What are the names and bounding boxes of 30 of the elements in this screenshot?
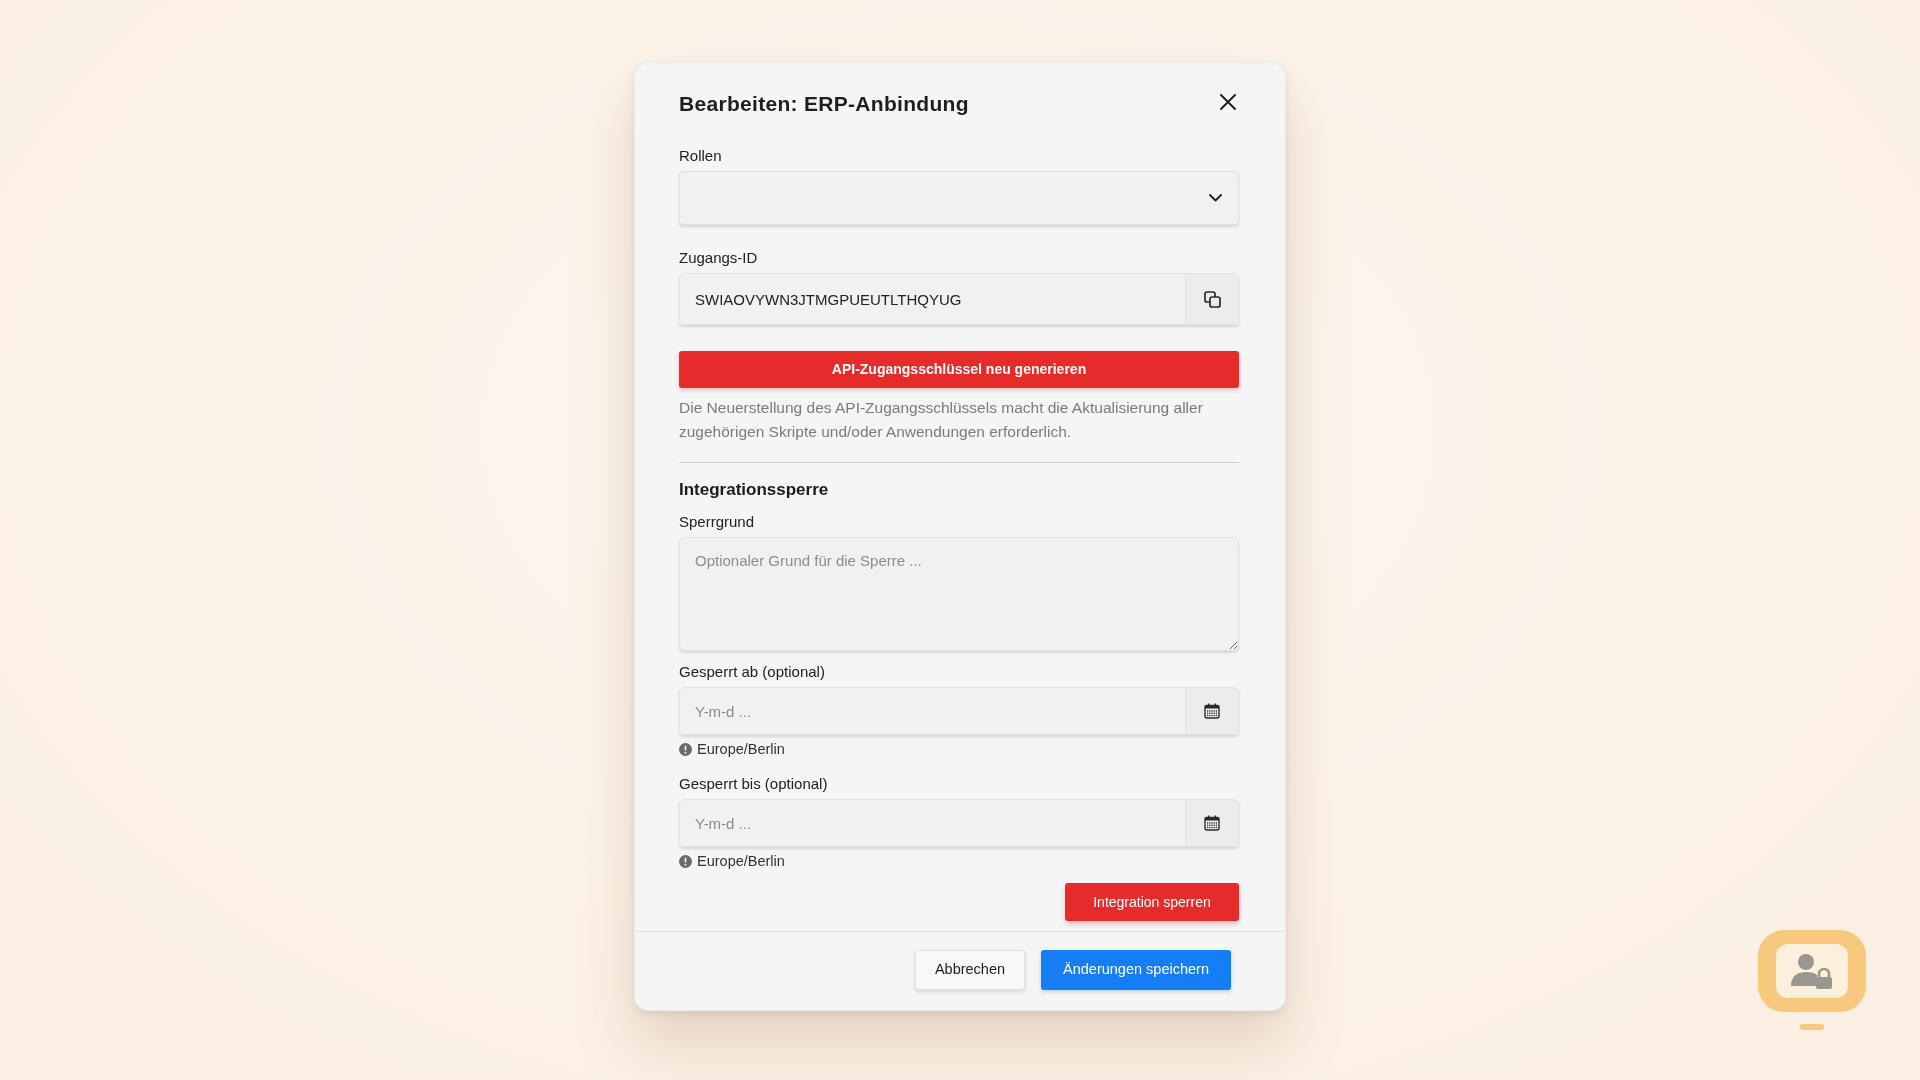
dialog-title: Bearbeiten: ERP-Anbindung [679, 91, 969, 117]
close-icon [1220, 94, 1236, 110]
lock-integration-button[interactable]: Integration sperren [1065, 883, 1239, 921]
date-field[interactable]: Y-m-d ... [679, 687, 1186, 735]
field-label: Gesperrt ab (optional) [679, 663, 826, 681]
copy-button[interactable] [1185, 273, 1239, 325]
monitor-user-lock-icon [1756, 928, 1868, 1032]
reason-textarea[interactable]: Optionaler Grund für die Sperre ... [679, 537, 1239, 651]
section-heading: Integrationssperre [679, 479, 830, 501]
cancel-button[interactable]: Abbrechen [915, 950, 1025, 990]
copy-icon [1203, 290, 1221, 308]
calendar-button[interactable] [1185, 687, 1239, 735]
calendar-icon [1204, 815, 1220, 831]
help-text: Die Neuerstellung des API-Zugangsschlüssels macht die Aktualisierung aller zugehörigen Skripte und/oder Anwendungen erforderlich. [679, 398, 1204, 442]
field-label: Sperrgrund [679, 513, 756, 531]
chevron-down-icon [1209, 194, 1222, 202]
calendar-button[interactable] [1185, 799, 1239, 847]
calendar-icon [1204, 703, 1220, 719]
regenerate-key-button[interactable]: API-Zugangsschlüssel neu generieren [679, 351, 1239, 388]
save-button[interactable]: Änderungen speichern [1041, 950, 1231, 990]
timezone-text: Europe/Berlin [697, 852, 785, 871]
exclamation-circle-icon [679, 742, 692, 756]
access-id-field[interactable]: SWIAOVYWN3JTMGPUEUTLTHQYUG [679, 273, 1186, 325]
close-button[interactable] [1217, 91, 1239, 113]
field-label: Zugangs-ID [679, 249, 759, 267]
exclamation-circle-icon [679, 854, 692, 868]
field-label: Gesperrt bis (optional) [679, 775, 829, 793]
timezone-text: Europe/Berlin [697, 740, 785, 759]
field-label: Rollen [679, 147, 723, 165]
date-field[interactable]: Y-m-d ... [679, 799, 1186, 847]
